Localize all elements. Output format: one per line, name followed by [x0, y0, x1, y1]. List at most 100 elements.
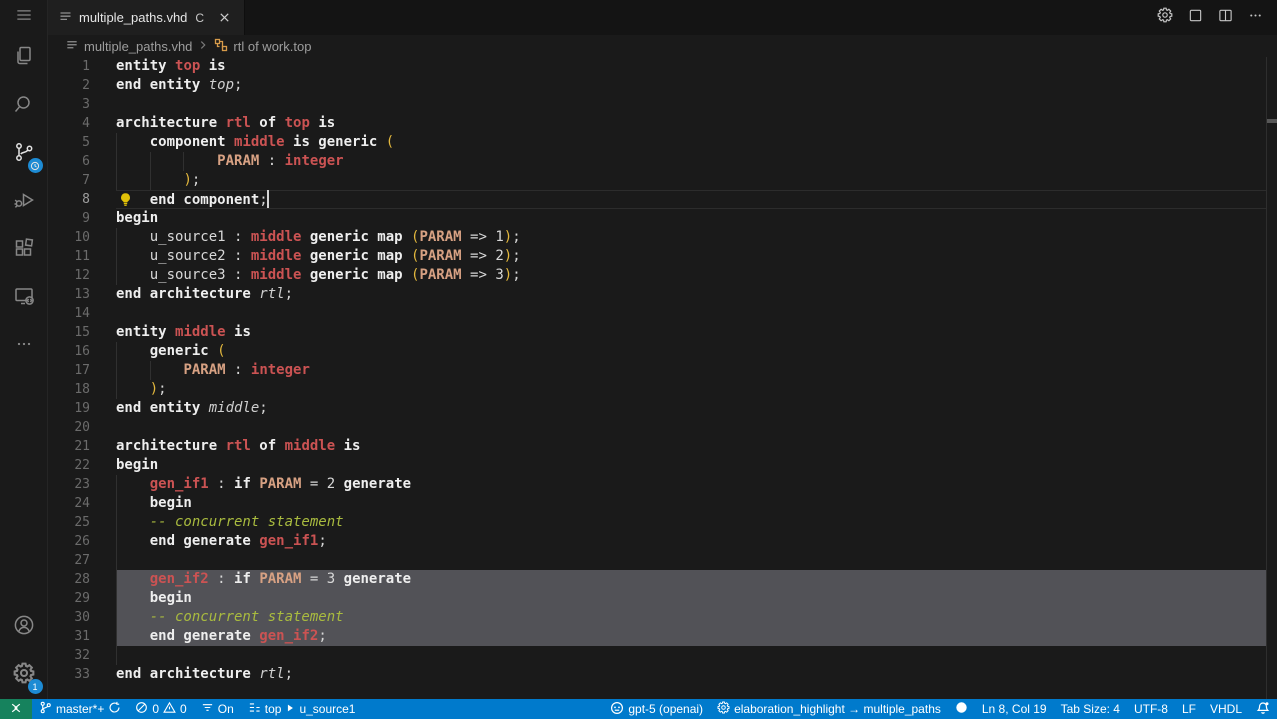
- code-token: is generic: [285, 134, 386, 150]
- cursor-position-status[interactable]: Ln 8, Col 19: [975, 699, 1054, 719]
- code-line[interactable]: 21architecture rtl of middle is: [48, 437, 1277, 456]
- sidebar-item-search[interactable]: [0, 82, 48, 130]
- problems-status[interactable]: 0 0: [128, 699, 193, 719]
- code-line[interactable]: 33end architecture rtl;: [48, 665, 1277, 684]
- code-line[interactable]: 32: [48, 646, 1277, 665]
- code-token: -- concurrent statement: [150, 514, 344, 530]
- accounts-button[interactable]: [0, 603, 48, 651]
- code-line[interactable]: 10 u_source1 : middle generic map (PARAM…: [48, 228, 1277, 247]
- code-token: ;: [234, 77, 242, 93]
- indent-guide: [116, 513, 117, 532]
- menu-button[interactable]: [0, 0, 48, 34]
- code-line[interactable]: 8 end component;: [48, 190, 1277, 209]
- code-line[interactable]: 17 PARAM : integer: [48, 361, 1277, 380]
- encoding-status[interactable]: UTF-8: [1127, 699, 1175, 719]
- indent-guide: [116, 589, 117, 608]
- code-line[interactable]: 11 u_source2 : middle generic map (PARAM…: [48, 247, 1277, 266]
- indent-guide: [116, 342, 117, 361]
- indent-guide: [116, 380, 117, 399]
- breadcrumb-symbol[interactable]: rtl of work.top: [233, 39, 311, 54]
- branch-icon: [39, 701, 52, 717]
- code-line[interactable]: 1entity top is: [48, 57, 1277, 76]
- filter-toggle-status[interactable]: On: [194, 699, 241, 719]
- line-number: 32: [48, 646, 116, 665]
- model-status[interactable]: gpt-5 (openai): [603, 699, 710, 719]
- code-line[interactable]: 25 -- concurrent statement: [48, 513, 1277, 532]
- tab-size-status[interactable]: Tab Size: 4: [1054, 699, 1127, 719]
- git-branch-status[interactable]: master*+: [32, 699, 128, 719]
- branch-label: master*+: [56, 702, 104, 716]
- scrollbar[interactable]: [1266, 57, 1277, 699]
- code-line[interactable]: 6 PARAM : integer: [48, 152, 1277, 171]
- status-bar: master*+ 0 0 On top: [0, 699, 1277, 719]
- code-token: ): [504, 229, 512, 245]
- code-line[interactable]: 24 begin: [48, 494, 1277, 513]
- eol-status[interactable]: LF: [1175, 699, 1203, 719]
- code-line[interactable]: 23 gen_if1 : if PARAM = 2 generate: [48, 475, 1277, 494]
- code-line[interactable]: 2end entity top;: [48, 76, 1277, 95]
- line-number: 29: [48, 589, 116, 608]
- code-line[interactable]: 22begin: [48, 456, 1277, 475]
- code-token: if: [234, 476, 259, 492]
- code-line[interactable]: 14: [48, 304, 1277, 323]
- code-token: ;: [512, 267, 520, 283]
- code-token: ;: [512, 229, 520, 245]
- indent-guide: [116, 247, 117, 266]
- sidebar-item-extensions[interactable]: [0, 226, 48, 274]
- code-line[interactable]: 18 );: [48, 380, 1277, 399]
- sidebar-item-remote-explorer[interactable]: [0, 274, 48, 322]
- code-line[interactable]: 5 component middle is generic (: [48, 133, 1277, 152]
- code-line[interactable]: 19end entity middle;: [48, 399, 1277, 418]
- sidebar-item-explorer[interactable]: [0, 34, 48, 82]
- close-tab-button[interactable]: [214, 8, 234, 28]
- line-number: 24: [48, 494, 116, 513]
- code-line[interactable]: 9begin: [48, 209, 1277, 228]
- code-token: end component: [150, 192, 260, 208]
- code-token: ;: [259, 400, 267, 416]
- tab-multiple-paths[interactable]: multiple_paths.vhd C: [48, 0, 245, 35]
- code-line[interactable]: 12 u_source3 : middle generic map (PARAM…: [48, 266, 1277, 285]
- extension-action-button[interactable]: [1153, 6, 1177, 30]
- sidebar-item-source-control[interactable]: [0, 130, 48, 178]
- split-editor-button[interactable]: [1213, 6, 1237, 30]
- code-line[interactable]: 4architecture rtl of top is: [48, 114, 1277, 133]
- sidebar-item-run-debug[interactable]: [0, 178, 48, 226]
- code-line[interactable]: 29 begin: [48, 589, 1277, 608]
- task-status[interactable]: elaboration_highlight → multiple_paths: [710, 699, 948, 719]
- code-line[interactable]: 28 gen_if2 : if PARAM = 3 generate: [48, 570, 1277, 589]
- list-tree-icon: [248, 701, 261, 717]
- more-actions-button[interactable]: [1243, 6, 1267, 30]
- settings-button[interactable]: 1: [0, 651, 48, 699]
- indent-guide: [116, 228, 117, 247]
- code-line[interactable]: 13end architecture rtl;: [48, 285, 1277, 304]
- code-token: end generate: [150, 628, 260, 644]
- lightbulb-icon[interactable]: [118, 192, 133, 207]
- close-icon: [218, 11, 231, 24]
- code-line[interactable]: 3: [48, 95, 1277, 114]
- code-token: component: [150, 134, 234, 150]
- language-status[interactable]: VHDL: [1203, 699, 1249, 719]
- code-line[interactable]: 30 -- concurrent statement: [48, 608, 1277, 627]
- code-line[interactable]: 7 );: [48, 171, 1277, 190]
- code-line[interactable]: 31 end generate gen_if2;: [48, 627, 1277, 646]
- line-number: 28: [48, 570, 116, 589]
- code-token: generate: [344, 571, 411, 587]
- code-token: [116, 571, 150, 587]
- notifications-button[interactable]: [1249, 699, 1277, 719]
- code-line[interactable]: 16 generic (: [48, 342, 1277, 361]
- remote-indicator[interactable]: [0, 699, 32, 719]
- scm-progress-badge: [28, 158, 43, 173]
- code-line[interactable]: 27: [48, 551, 1277, 570]
- code-token: begin: [116, 457, 158, 473]
- error-count: 0: [152, 702, 159, 716]
- code-token: middle: [285, 438, 336, 454]
- hierarchy-status[interactable]: top u_source1: [241, 699, 363, 719]
- editor-group: multiple_paths.vhd C: [48, 0, 1277, 699]
- code-token: of: [251, 115, 285, 131]
- code-line[interactable]: 15entity middle is: [48, 323, 1277, 342]
- code-line[interactable]: 20: [48, 418, 1277, 437]
- additional-views-button[interactable]: [0, 322, 48, 370]
- breadcrumb-file[interactable]: multiple_paths.vhd: [84, 39, 192, 54]
- toggle-panel-button[interactable]: [1183, 6, 1207, 30]
- code-line[interactable]: 26 end generate gen_if1;: [48, 532, 1277, 551]
